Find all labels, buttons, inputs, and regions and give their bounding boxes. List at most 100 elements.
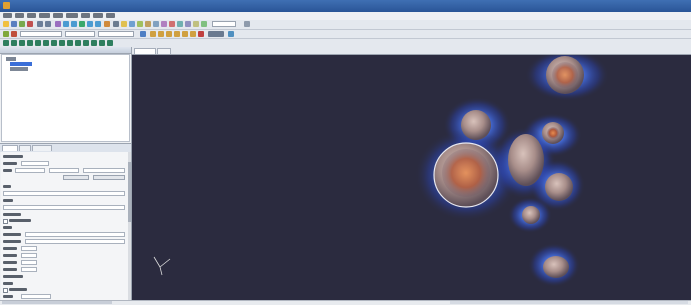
- tab-information[interactable]: [32, 145, 52, 151]
- properties-panel: [1, 152, 128, 302]
- rescale-range-icon[interactable]: [140, 31, 146, 37]
- menu-sources[interactable]: [39, 13, 50, 18]
- tab-render-view[interactable]: [134, 48, 156, 54]
- component-select[interactable]: [98, 31, 134, 37]
- render-canvas[interactable]: [132, 55, 691, 300]
- play-icon[interactable]: [79, 21, 85, 27]
- common-filter-5-icon[interactable]: [35, 40, 41, 46]
- menu-help[interactable]: [106, 13, 115, 18]
- pipeline-browser-tree[interactable]: [1, 54, 130, 142]
- prop-checkbox[interactable]: [3, 288, 8, 293]
- tree-item-filter[interactable]: [10, 67, 28, 71]
- calculator-icon[interactable]: [121, 21, 127, 27]
- prop-field[interactable]: [21, 267, 37, 272]
- previous-frame-icon[interactable]: [71, 21, 77, 27]
- prop-field[interactable]: [21, 294, 51, 299]
- tab-display[interactable]: [19, 145, 31, 151]
- tree-item-server[interactable]: [6, 57, 16, 61]
- render-view[interactable]: [132, 55, 691, 300]
- extract-level-icon[interactable]: [201, 21, 207, 27]
- time-field[interactable]: [212, 21, 236, 27]
- app-icon: [3, 2, 10, 9]
- prop-field[interactable]: [15, 168, 45, 173]
- prop-field[interactable]: [25, 239, 125, 244]
- view-z-plus-icon[interactable]: [182, 31, 188, 37]
- color-by-icon[interactable]: [11, 31, 17, 37]
- tree-item-dataset[interactable]: [10, 62, 32, 66]
- prop-field[interactable]: [3, 191, 125, 196]
- prop-field[interactable]: [21, 253, 37, 258]
- save-icon[interactable]: [11, 21, 17, 27]
- common-filter-12-icon[interactable]: [91, 40, 97, 46]
- menu-view[interactable]: [27, 13, 36, 18]
- prop-label: [3, 169, 12, 172]
- redo-icon[interactable]: [45, 21, 51, 27]
- view-y-minus-icon[interactable]: [174, 31, 180, 37]
- prop-field[interactable]: [21, 246, 37, 251]
- disconnect-icon[interactable]: [27, 21, 33, 27]
- apply-button[interactable]: [63, 175, 89, 180]
- color-map-icon[interactable]: [3, 31, 9, 37]
- rotate-icon[interactable]: [198, 31, 204, 37]
- representation-select[interactable]: [65, 31, 95, 37]
- prop-field[interactable]: [21, 161, 49, 166]
- axis-y-line: [153, 256, 161, 268]
- common-filter-9-icon[interactable]: [67, 40, 73, 46]
- menu-animation[interactable]: [66, 13, 78, 18]
- prop-field[interactable]: [21, 260, 37, 265]
- common-filter-10-icon[interactable]: [75, 40, 81, 46]
- toolbar-more-icon[interactable]: [244, 21, 250, 27]
- threshold-icon[interactable]: [153, 21, 159, 27]
- common-filter-3-icon[interactable]: [19, 40, 25, 46]
- stream-tracer-icon[interactable]: [177, 21, 183, 27]
- view-x-minus-icon[interactable]: [158, 31, 164, 37]
- loop-icon[interactable]: [104, 21, 110, 27]
- zoom-to-box-icon[interactable]: [228, 31, 234, 37]
- reset-camera-icon[interactable]: [55, 21, 61, 27]
- time-icon[interactable]: [113, 21, 119, 27]
- tab-properties[interactable]: [2, 145, 18, 151]
- slice-icon[interactable]: [145, 21, 151, 27]
- connect-icon[interactable]: [19, 21, 25, 27]
- group-datasets-icon[interactable]: [193, 21, 199, 27]
- color-array-select[interactable]: [20, 31, 62, 37]
- tab-new-view[interactable]: [157, 48, 171, 54]
- clip-icon[interactable]: [137, 21, 143, 27]
- prop-label: [3, 295, 13, 298]
- warp-icon[interactable]: [185, 21, 191, 27]
- view-y-plus-icon[interactable]: [166, 31, 172, 37]
- prop-field[interactable]: [49, 168, 79, 173]
- properties-scrollbar[interactable]: [128, 152, 131, 302]
- common-filter-11-icon[interactable]: [83, 40, 89, 46]
- common-filter-7-icon[interactable]: [51, 40, 57, 46]
- properties-scroll-thumb[interactable]: [128, 162, 131, 222]
- prop-field[interactable]: [25, 232, 125, 237]
- menu-file[interactable]: [3, 13, 12, 18]
- common-filter-1-icon[interactable]: [3, 40, 9, 46]
- menu-edit[interactable]: [15, 13, 24, 18]
- next-frame-icon[interactable]: [87, 21, 93, 27]
- menu-macros[interactable]: [93, 13, 103, 18]
- glyph-icon[interactable]: [169, 21, 175, 27]
- contour-icon[interactable]: [129, 21, 135, 27]
- last-frame-icon[interactable]: [95, 21, 101, 27]
- view-z-minus-icon[interactable]: [190, 31, 196, 37]
- common-filter-13-icon[interactable]: [99, 40, 105, 46]
- open-icon[interactable]: [3, 21, 9, 27]
- view-x-plus-icon[interactable]: [150, 31, 156, 37]
- extract-subset-icon[interactable]: [161, 21, 167, 27]
- menu-tools[interactable]: [81, 13, 90, 18]
- prop-field[interactable]: [83, 168, 125, 173]
- selection-mode-icon[interactable]: [208, 31, 224, 37]
- first-frame-icon[interactable]: [63, 21, 69, 27]
- common-filter-4-icon[interactable]: [27, 40, 33, 46]
- common-filter-14-icon[interactable]: [107, 40, 113, 46]
- reset-button[interactable]: [93, 175, 125, 180]
- common-filter-8-icon[interactable]: [59, 40, 65, 46]
- prop-checkbox[interactable]: [3, 219, 8, 224]
- common-filter-2-icon[interactable]: [11, 40, 17, 46]
- prop-field[interactable]: [3, 205, 125, 210]
- common-filter-6-icon[interactable]: [43, 40, 49, 46]
- undo-icon[interactable]: [37, 21, 43, 27]
- menu-filters[interactable]: [53, 13, 63, 18]
